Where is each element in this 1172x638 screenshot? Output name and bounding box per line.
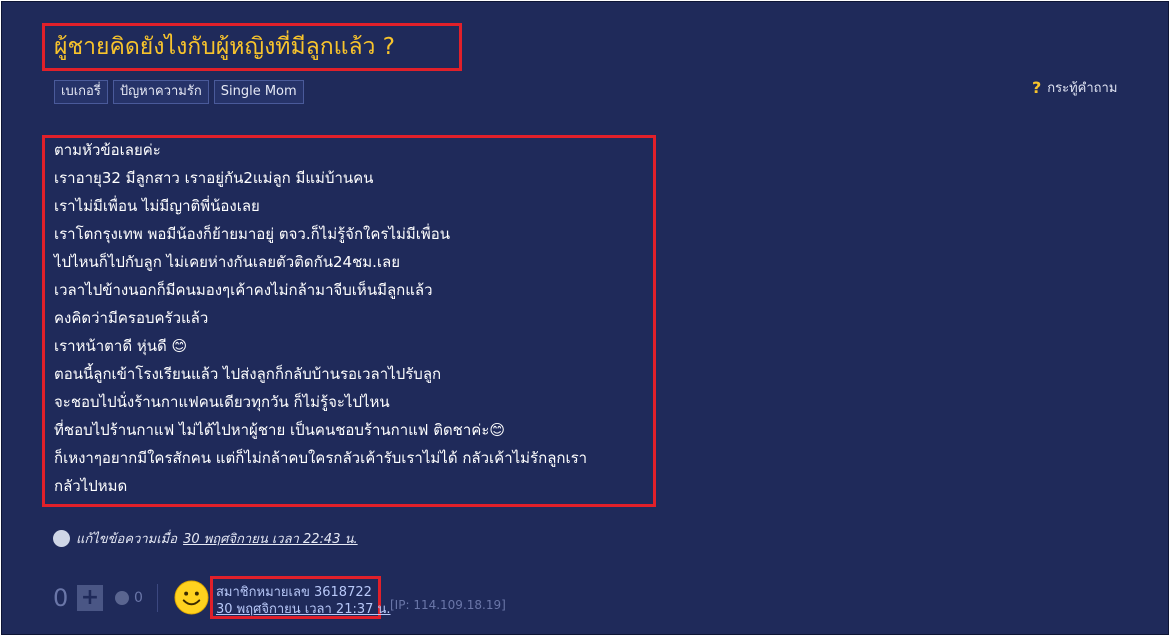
body-line: ที่ชอบไปร้านกาแฟ ไม่ได้ไปหาผู้ชาย เป็นคน… [54,421,506,439]
edited-date-link[interactable]: 30 พฤศจิกายน เวลา 22:43 น. [183,528,358,549]
body-line: กลัวไปหมด [54,477,128,495]
vote-bar: 0 + 0 [53,584,158,612]
body-line: เราหน้าตาดี หุ่นดี 😊 [54,337,188,355]
emotion-icon[interactable] [115,591,129,605]
edited-label: แก้ไขข้อความเมื่อ [76,532,178,547]
body-line: ตามหัวข้อเลยค่ะ [54,141,161,159]
body-line: ไปไหนก็ไปกับลูก ไม่เคยห่างกันเลยตัวติดกั… [54,253,401,271]
tag-bakery[interactable]: เบเกอรี่ [54,80,108,104]
edited-info: แก้ไขข้อความเมื่อ 30 พฤศจิกายน เวลา 22:4… [53,528,358,549]
body-line: ตอนนี้ลูกเข้าโรงเรียนแล้ว ไปส่งลูกก็กลับ… [54,365,442,383]
smiley-avatar-icon[interactable] [174,580,209,615]
question-type: ? กระทู้คำถาม [1032,77,1117,98]
body-line: คงคิดว่ามีครอบครัวแล้ว [54,309,209,327]
tag-love-problem[interactable]: ปัญหาความรัก [112,80,209,104]
pencil-icon [53,530,70,547]
post-title: ผู้ชายคิดยังไงกับผู้หญิงที่มีลูกแล้ว ? [54,34,395,60]
emotion-count: 0 [134,590,143,606]
tag-list: เบเกอรี่ ปัญหาความรัก Single Mom [54,80,304,104]
post-body: ตามหัวข้อเลยค่ะ เราอายุ32 มีลูกสาว เราอย… [54,140,587,504]
body-line: ก็เหงาๆอยากมีใครสักคน แต่ก็ไม่กล้าคบใครก… [54,449,588,467]
body-line: เราโตกรุงเทพ พอมีน้องก็ย้ายมาอยู่ ตจว.ก็… [54,225,451,243]
ip-address: [IP: 114.109.18.19] [390,598,506,612]
question-type-label: กระทู้คำถาม [1047,81,1118,96]
post-date-link[interactable]: 30 พฤศจิกายน เวลา 21:37 น. [216,598,391,619]
vote-count: 0 [53,584,69,612]
body-line: เราอายุ32 มีลูกสาว เราอยู่กัน2แม่ลูก มีแ… [54,169,374,187]
body-line: จะชอบไปนั่งร้านกาแฟคนเดียวทุกวัน ก็ไม่รู… [54,393,390,411]
plus-icon[interactable]: + [77,585,103,611]
divider [156,584,158,612]
tag-single-mom[interactable]: Single Mom [213,80,304,104]
body-line: เราไม่มีเพื่อน ไม่มีญาติพี่น้องเลย [54,197,260,215]
body-line: เวลาไปข้างนอกก็มีคนมองๆเค้าคงไม่กล้ามาจี… [54,281,433,299]
question-mark-icon: ? [1032,78,1042,97]
